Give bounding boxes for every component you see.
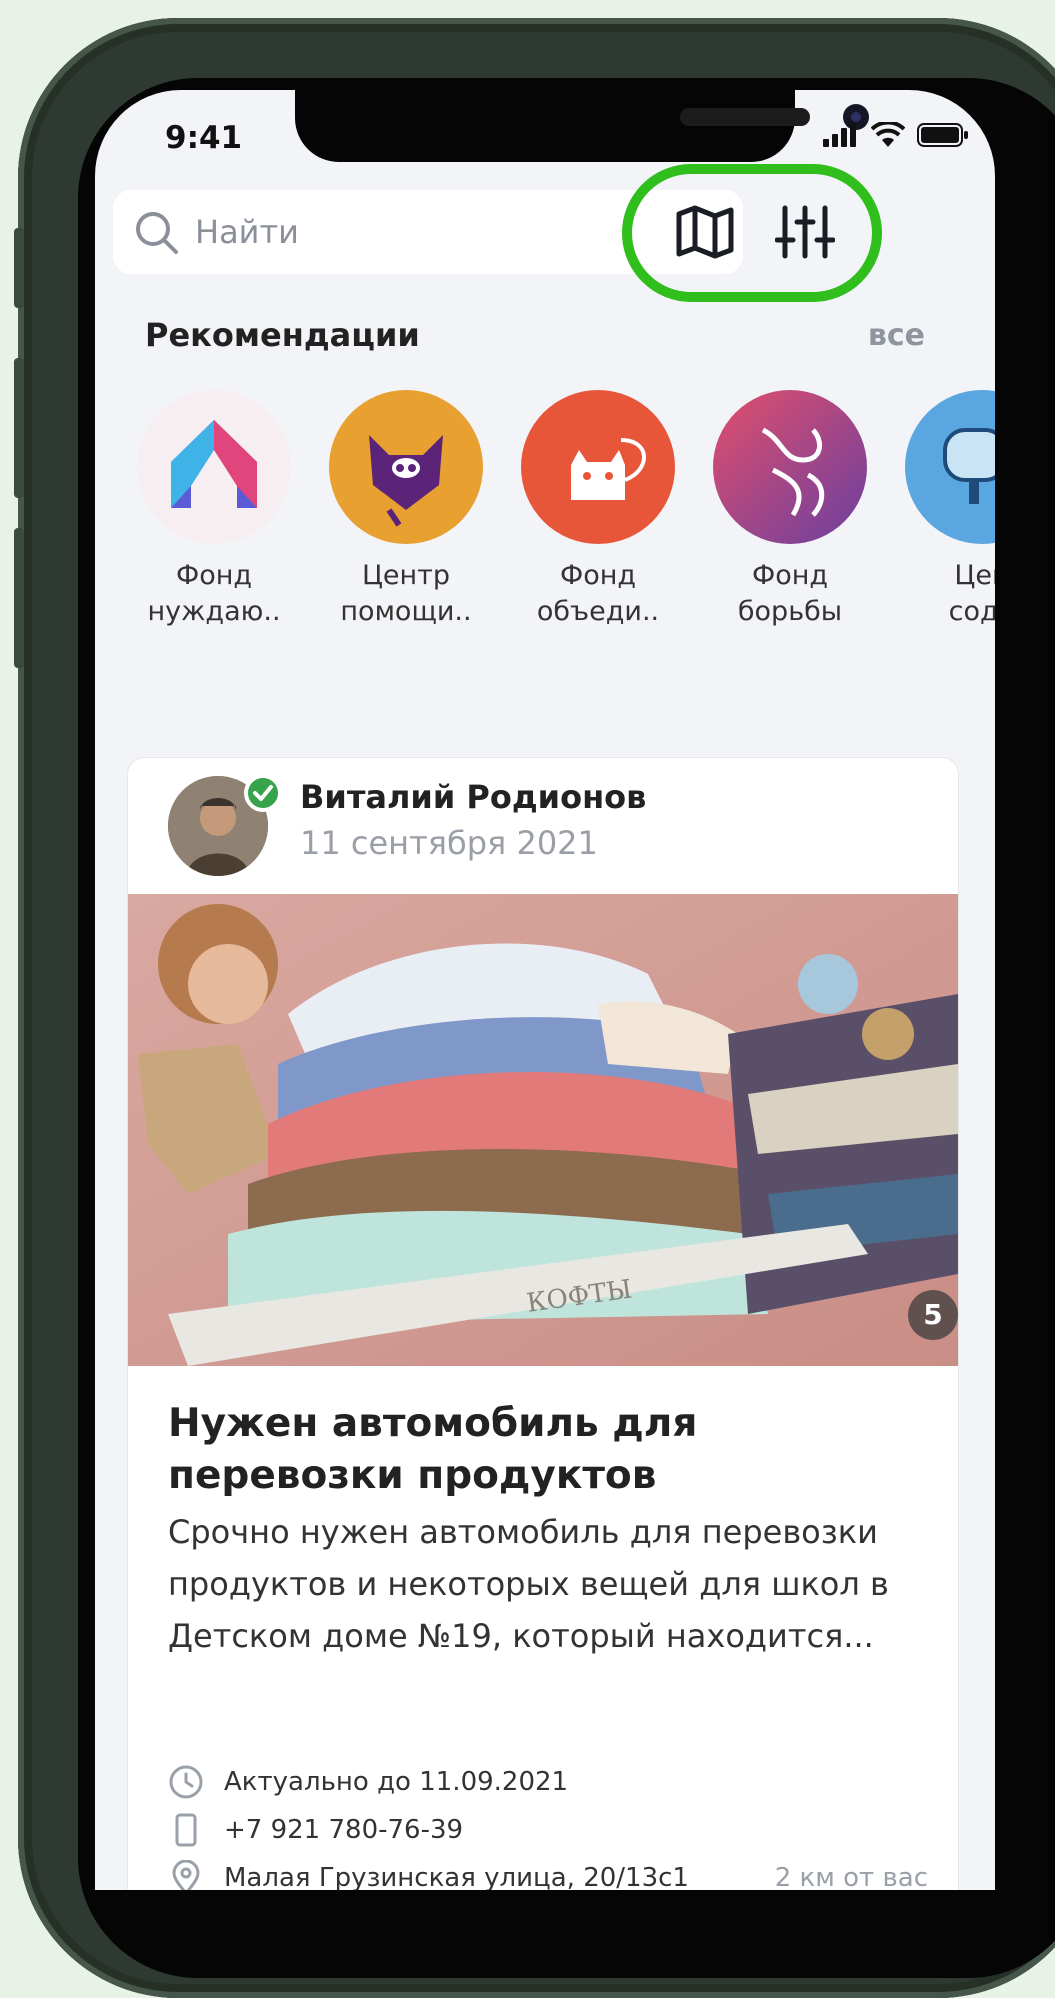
distance-text: 2 км от вас bbox=[774, 1863, 928, 1890]
status-icons bbox=[823, 122, 969, 148]
wifi-icon bbox=[871, 122, 905, 147]
deer-logo-icon bbox=[713, 390, 867, 544]
tree-logo-icon bbox=[905, 390, 995, 544]
location-pin-icon bbox=[172, 1860, 200, 1890]
recommendation-label: Центр помощи.. bbox=[340, 560, 472, 627]
deadline-text: Актуально до 11.09.2021 bbox=[224, 1767, 569, 1797]
signal-icon bbox=[823, 123, 856, 147]
post-text: Срочно нужен автомобиль для перевозки пр… bbox=[168, 1513, 889, 1655]
recommendation-item[interactable]: Центр помощи.. bbox=[321, 390, 491, 630]
app-screen: 9:41 Найти Рекомендации все Фонд нуждаю.… bbox=[95, 90, 995, 1890]
highlight-ring bbox=[622, 164, 882, 302]
speaker bbox=[680, 108, 810, 126]
phone-side-button bbox=[14, 358, 24, 498]
phone-icon bbox=[175, 1813, 197, 1847]
post-address-row[interactable]: Малая Грузинская улица, 20/13с1 2 км от … bbox=[168, 1860, 928, 1890]
phone-side-button bbox=[14, 528, 24, 668]
house-logo-icon bbox=[137, 390, 291, 544]
verified-badge-icon bbox=[244, 774, 282, 812]
phone-side-button bbox=[14, 228, 24, 308]
post-phone-row[interactable]: +7 921 780-76-39 bbox=[168, 1812, 928, 1848]
clock-icon bbox=[169, 1765, 203, 1799]
post-deadline-row: Актуально до 11.09.2021 bbox=[168, 1764, 928, 1800]
post-card[interactable]: Виталий Родионов 11 сентября 2021 КОФТЫ … bbox=[128, 758, 958, 1890]
recommendation-item[interactable]: Фонд нуждаю.. bbox=[129, 390, 299, 630]
recommendations-carousel: Фонд нуждаю.. Центр помощи.. Фонд объеди… bbox=[129, 390, 995, 627]
recommendation-label: Фонд объеди.. bbox=[536, 560, 660, 627]
phone-text[interactable]: +7 921 780-76-39 bbox=[224, 1815, 463, 1845]
recommendation-label: Фонд нуждаю.. bbox=[147, 560, 281, 627]
post-title[interactable]: Нужен автомобиль для перевозки продуктов bbox=[168, 1398, 928, 1502]
status-time: 9:41 bbox=[165, 120, 243, 156]
address-text[interactable]: Малая Грузинская улица, 20/13с1 bbox=[224, 1863, 689, 1890]
recommendation-label: Фонд борьбы bbox=[737, 560, 843, 627]
photo-count-badge: 5 bbox=[908, 1290, 958, 1340]
phone-notch bbox=[295, 90, 869, 162]
recommendation-item[interactable]: Фонд объеди.. bbox=[513, 390, 683, 630]
cat-logo-icon bbox=[521, 390, 675, 544]
post-date: 11 сентября 2021 bbox=[300, 824, 598, 862]
recommendations-title: Рекомендации bbox=[145, 316, 420, 354]
author-name[interactable]: Виталий Родионов bbox=[300, 778, 646, 816]
recommendation-item[interactable]: Фонд борьбы bbox=[705, 390, 875, 630]
battery-icon bbox=[917, 123, 968, 147]
owl-logo-icon bbox=[329, 390, 483, 544]
recommendation-item[interactable]: Цен соде bbox=[897, 390, 995, 630]
recommendation-label: Цен соде bbox=[948, 560, 995, 627]
recommendations-all-link[interactable]: все bbox=[868, 318, 925, 353]
search-icon bbox=[136, 212, 178, 254]
post-photo[interactable]: КОФТЫ 5 bbox=[128, 894, 958, 1366]
